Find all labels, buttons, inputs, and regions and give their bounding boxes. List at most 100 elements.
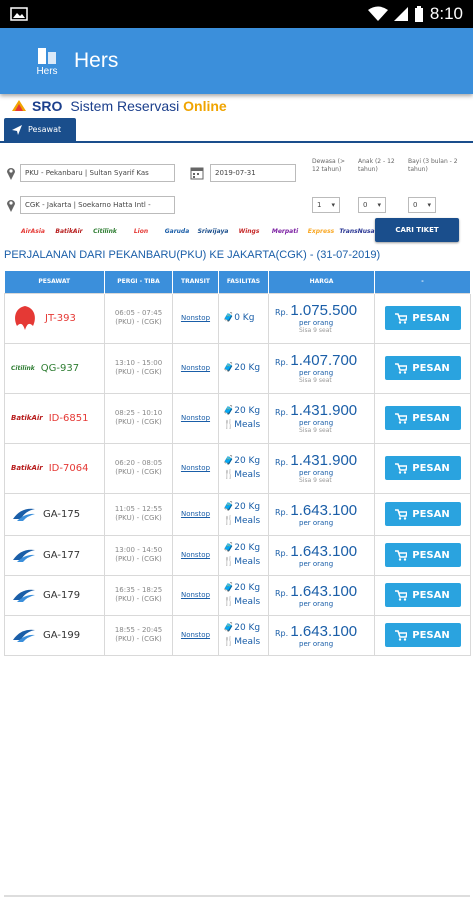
table-row: BatikAir ID-7064 06:20 - 08:05 (PKU) - (CG…	[4, 442, 471, 494]
price-cell: Rp. 1.431.900 per orang Sisa 9 seat	[268, 442, 375, 494]
status-bar: 8:10	[0, 0, 473, 28]
airline-logo: BatikAir	[55, 227, 83, 235]
price-cell: Rp. 1.643.100 per orang	[268, 614, 375, 656]
transit-link[interactable]: Nonstop	[181, 631, 210, 639]
utensils-icon: 🍴	[223, 637, 235, 647]
airline-logos: AirAsia BatikAir Citilink Lion Garuda Sr…	[18, 225, 375, 237]
meals-facility: 🍴Meals	[223, 597, 261, 607]
airline-cell: BatikAir ID-7064	[4, 442, 105, 494]
flight-code: ID-7064	[48, 462, 89, 474]
tab-pesawat[interactable]: Pesawat	[4, 118, 76, 141]
price: 1.643.100	[290, 542, 358, 560]
pesan-button[interactable]: PESAN	[384, 306, 461, 330]
flight-table: PESAWAT PERGI - TIBA TRANSIT FASILITAS H…	[4, 271, 471, 656]
transit-link[interactable]: Nonstop	[181, 551, 210, 559]
price-cell: Rp. 1.643.100 per orang	[268, 574, 375, 616]
table-row: GA-179 16:35 - 18:25 (PKU) - (CGK) Nonsto…	[4, 574, 471, 616]
facility-cell: 🧳20 Kg 🍴Meals	[218, 614, 269, 656]
utensils-icon: 🍴	[223, 597, 235, 607]
seat-left: Sisa 9 seat	[299, 476, 332, 484]
caret-down-icon: ▾	[377, 201, 381, 209]
airline-logo: Citilink	[93, 227, 117, 235]
battery-icon	[414, 6, 423, 22]
baggage-facility: 🧳0 Kg	[223, 313, 255, 323]
time-cell: 13:00 - 14:50 (PKU) - (CGK)	[104, 534, 173, 576]
action-cell: PESAN	[374, 342, 471, 394]
transit-link[interactable]: Nonstop	[181, 364, 210, 372]
anak-select[interactable]: 0 ▾	[358, 197, 386, 213]
transit-link[interactable]: Nonstop	[181, 314, 210, 322]
pesan-button[interactable]: PESAN	[384, 456, 461, 480]
price: 1.643.100	[290, 501, 358, 519]
airline-logo: Sriwijaya	[197, 227, 229, 235]
batik-air-logo: BatikAir	[11, 414, 43, 422]
pesan-button[interactable]: PESAN	[384, 543, 461, 567]
origin-field[interactable]: PKU - Pekanbaru | Sultan Syarif Kas	[20, 164, 175, 182]
luggage-icon: 🧳	[223, 543, 235, 553]
utensils-icon: 🍴	[223, 420, 235, 430]
transit-cell: Nonstop	[172, 342, 219, 394]
date-field[interactable]: 2019-07-31	[210, 164, 296, 182]
baggage-facility: 🧳20 Kg	[223, 456, 261, 466]
baggage-facility: 🧳20 Kg	[223, 543, 261, 553]
caret-down-icon: ▾	[331, 201, 335, 209]
wifi-icon	[367, 6, 388, 21]
airline-logo: Garuda	[164, 227, 190, 235]
transit-link[interactable]: Nonstop	[181, 464, 210, 472]
garuda-logo-icon	[13, 629, 35, 642]
pesan-button[interactable]: PESAN	[384, 406, 461, 430]
sro-logo-icon	[12, 100, 26, 111]
meals-facility: 🍴Meals	[223, 516, 261, 526]
seat-left: Sisa 9 seat	[299, 376, 332, 384]
cart-icon	[395, 462, 408, 474]
dewasa-select[interactable]: 1 ▾	[312, 197, 340, 213]
airline-logo: Wings	[238, 227, 260, 235]
facility-cell: 🧳20 Kg 🍴Meals	[218, 574, 269, 616]
pesan-button[interactable]: PESAN	[384, 623, 461, 647]
bayi-label: Bayi (3 bulan - 2 tahun)	[408, 158, 458, 173]
clock: 8:10	[429, 4, 463, 23]
flight-code: GA-177	[43, 549, 81, 561]
garuda-logo-icon	[13, 589, 35, 602]
luggage-icon: 🧳	[223, 456, 235, 466]
time-cell: 18:55 - 20:45 (PKU) - (CGK)	[104, 614, 173, 656]
pesan-button[interactable]: PESAN	[384, 502, 461, 526]
action-cell: PESAN	[374, 574, 471, 616]
search-ticket-button[interactable]: CARI TIKET	[375, 218, 459, 242]
transit-cell: Nonstop	[172, 574, 219, 616]
bayi-select[interactable]: 0 ▾	[408, 197, 436, 213]
luggage-icon: 🧳	[223, 313, 235, 323]
location-pin-icon	[7, 200, 15, 212]
cart-icon	[395, 312, 408, 324]
flight-code: QG-937	[40, 362, 80, 374]
transit-cell: Nonstop	[172, 292, 219, 344]
airline-logo: AirAsia	[21, 227, 45, 235]
price-cell: Rp. 1.075.500 per orang Sisa 9 seat	[268, 292, 375, 344]
price-cell: Rp. 1.407.700 per orang Sisa 9 seat	[268, 342, 375, 394]
transit-link[interactable]: Nonstop	[181, 510, 210, 518]
transit-link[interactable]: Nonstop	[181, 591, 210, 599]
table-row: GA-177 13:00 - 14:50 (PKU) - (CGK) Nonsto…	[4, 534, 471, 576]
transit-link[interactable]: Nonstop	[181, 414, 210, 422]
pesan-button[interactable]: PESAN	[384, 356, 461, 380]
luggage-icon: 🧳	[223, 623, 235, 633]
pesan-button[interactable]: PESAN	[384, 583, 461, 607]
baggage-facility: 🧳20 Kg	[223, 502, 261, 512]
transit-cell: Nonstop	[172, 492, 219, 536]
destination-field[interactable]: CGK - Jakarta | Soekarno Hatta Intl -	[20, 196, 175, 214]
col-action: -	[374, 271, 471, 293]
baggage-facility: 🧳20 Kg	[223, 363, 261, 373]
airline-cell: GA-199	[4, 614, 105, 656]
airline-cell: JT-393	[4, 292, 105, 344]
cart-icon	[395, 629, 408, 641]
luggage-icon: 🧳	[223, 406, 235, 416]
cart-icon	[395, 589, 408, 601]
airline-cell: GA-177	[4, 534, 105, 576]
flight-code: ID-6851	[48, 412, 89, 424]
facility-cell: 🧳20 Kg	[218, 342, 269, 394]
airline-logo: Lion	[133, 227, 149, 235]
transit-cell: Nonstop	[172, 534, 219, 576]
garuda-logo-icon	[13, 549, 35, 562]
meals-facility: 🍴Meals	[223, 637, 261, 647]
table-row: JT-393 06:05 - 07:45 (PKU) - (CGK) Nonsto…	[4, 292, 471, 344]
